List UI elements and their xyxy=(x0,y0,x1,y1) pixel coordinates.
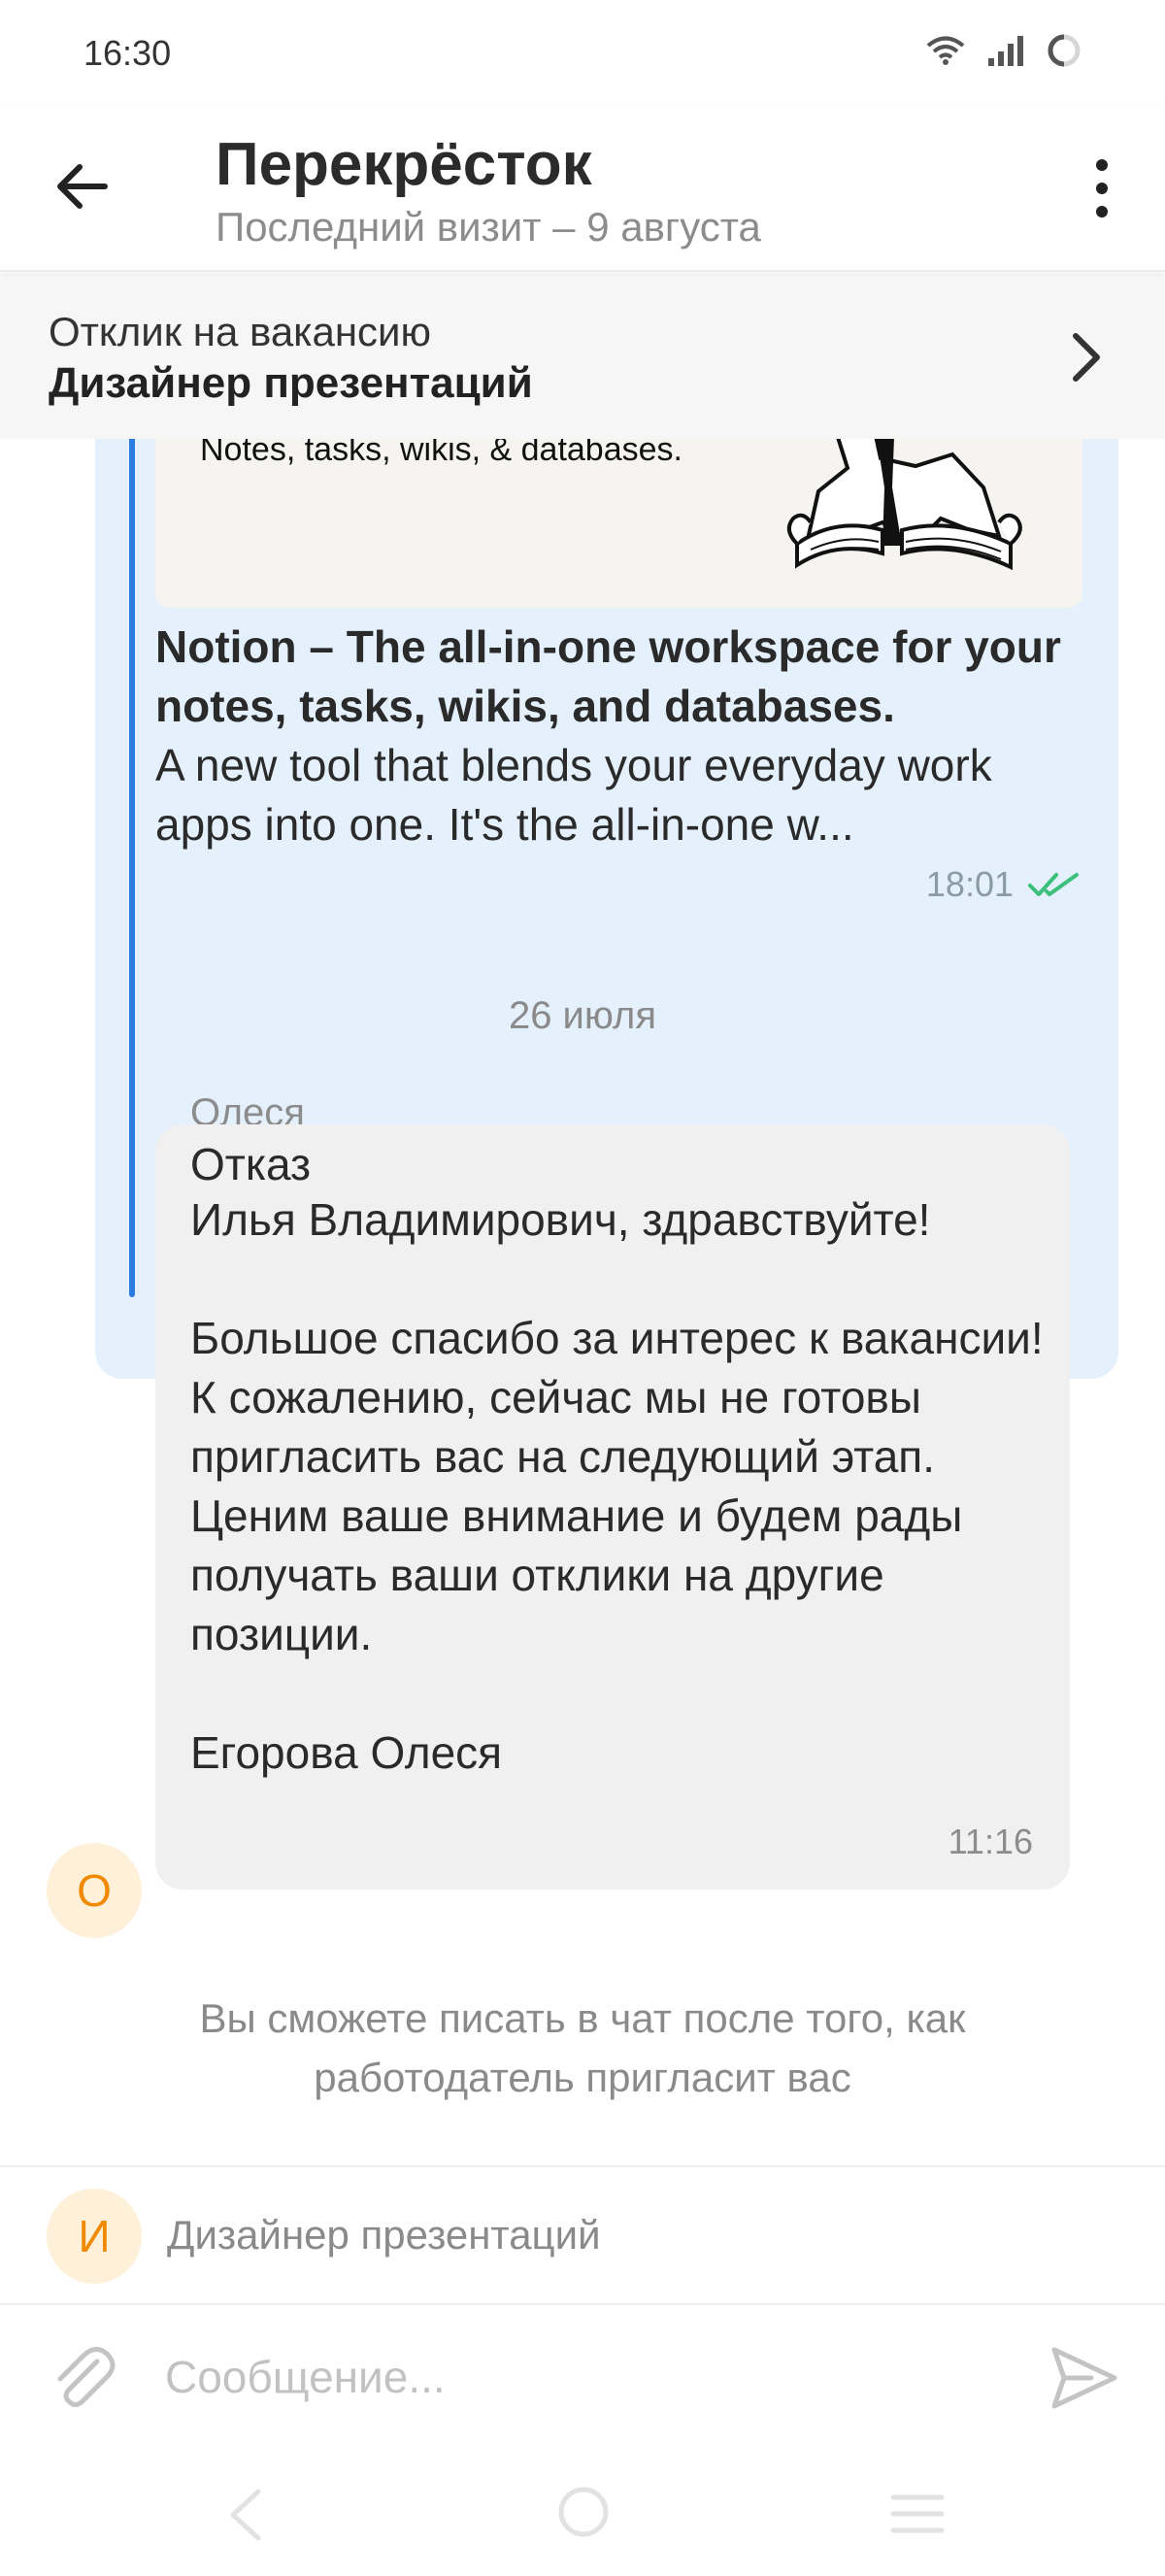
status-bar: 16:30 xyxy=(0,0,1165,107)
status-time: 16:30 xyxy=(83,33,172,73)
vacancy-banner-title: Дизайнер презентаций xyxy=(49,359,533,407)
date-separator: 26 июля xyxy=(508,994,657,1037)
message-input[interactable] xyxy=(165,2332,1019,2422)
link-preview-description: A new tool that blends your everyday wor… xyxy=(155,740,992,850)
vacancy-banner-label: Отклик на вакансию xyxy=(49,309,431,354)
nav-home-icon[interactable] xyxy=(557,2486,610,2538)
wifi-icon xyxy=(926,36,965,65)
received-message-title: Отказ xyxy=(190,1139,312,1189)
back-arrow-icon[interactable] xyxy=(50,155,113,217)
received-message-time: 11:16 xyxy=(948,1822,1033,1861)
reading-person-illustration xyxy=(786,439,1022,571)
message-composer xyxy=(0,2305,1165,2451)
double-check-icon xyxy=(1028,873,1079,896)
vacancy-banner[interactable]: Отклик на вакансию Дизайнер презентаций xyxy=(0,274,1165,439)
more-vertical-icon[interactable] xyxy=(1087,157,1116,219)
chat-title: Перекрёсток xyxy=(216,131,592,198)
chat-header: Перекрёсток Последний визит – 9 августа xyxy=(0,107,1165,272)
sender-avatar[interactable]: О xyxy=(47,1843,142,1938)
signal-icon xyxy=(988,36,1023,66)
nav-back-icon[interactable] xyxy=(221,2486,270,2544)
nav-menu-icon[interactable] xyxy=(889,2490,946,2538)
system-nav-bar xyxy=(0,2451,1165,2576)
last-visit-status: Последний визит – 9 августа xyxy=(216,204,761,250)
chat-messages[interactable]: Notes, tasks, wikis, & databases. Notion… xyxy=(0,439,1165,2165)
link-preview-title[interactable]: Notion – The all-in-one workspace for yo… xyxy=(155,618,1087,736)
link-preview-image[interactable]: Notes, tasks, wikis, & databases. xyxy=(155,439,1082,608)
user-avatar: И xyxy=(47,2189,142,2284)
paperclip-icon[interactable] xyxy=(47,2340,120,2414)
link-preview-accent-bar xyxy=(129,439,135,1297)
link-preview-caption: Notes, tasks, wikis, & databases. xyxy=(200,439,682,468)
chevron-right-icon xyxy=(1073,333,1100,382)
send-icon[interactable] xyxy=(1048,2342,1120,2414)
sent-message-time: 18:01 xyxy=(925,864,1014,904)
received-message-body: Илья Владимирович, здравствуйте! Большое… xyxy=(190,1194,1044,1778)
sent-message-meta: 18:01 xyxy=(926,864,1080,905)
loading-icon xyxy=(1048,34,1081,67)
vacancy-row[interactable]: И Дизайнер презентаций xyxy=(0,2165,1165,2305)
chat-locked-notice: Вы сможете писать в чат после того, как … xyxy=(199,1995,966,2100)
received-message-bubble[interactable]: Отказ Илья Владимирович, здравствуйте! Б… xyxy=(155,1124,1070,1890)
vacancy-row-label: Дизайнер презентаций xyxy=(167,2212,601,2258)
status-icons xyxy=(926,33,1082,68)
